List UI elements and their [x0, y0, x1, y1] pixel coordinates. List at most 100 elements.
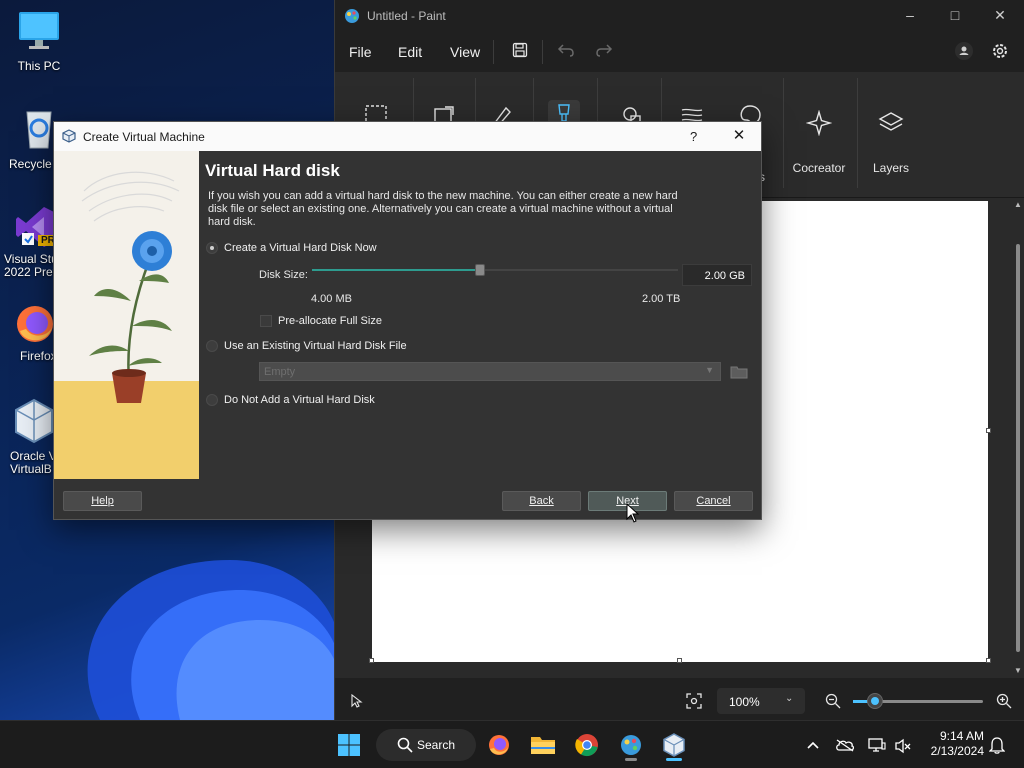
close-icon: ✕ — [732, 127, 746, 144]
paint-status-bar: 100% ⌄ — [335, 680, 1024, 720]
use-existing-label[interactable]: Use an Existing Virtual Hard Disk File — [224, 340, 407, 352]
paint-window-title: Untitled - Paint — [367, 9, 446, 23]
help-button[interactable]: Help — [63, 491, 142, 511]
desktop-icon-label: This PC — [17, 59, 61, 73]
plant-illustration-image — [54, 151, 199, 479]
network-icon[interactable] — [868, 737, 886, 753]
layers-label: Layers — [872, 161, 910, 175]
back-button[interactable]: Back — [502, 491, 581, 511]
onedrive-icon[interactable] — [835, 738, 855, 752]
wallpaper-bloom — [0, 520, 340, 720]
dialog-close-button[interactable]: ✕ — [726, 125, 752, 147]
resize-handle[interactable] — [369, 658, 374, 663]
redo-icon[interactable] — [595, 42, 613, 58]
taskbar-search[interactable]: Search — [376, 729, 476, 761]
radio-create-now[interactable] — [206, 242, 218, 254]
zoom-slider-thumb[interactable] — [867, 693, 883, 709]
taskbar-clock[interactable]: 9:14 AM 2/13/2024 — [924, 729, 984, 759]
do-not-add-label[interactable]: Do Not Add a Virtual Hard Disk — [224, 394, 375, 406]
dialog-title: Create Virtual Machine — [83, 130, 205, 144]
menu-divider — [542, 40, 543, 64]
preallocate-label[interactable]: Pre-allocate Full Size — [278, 315, 382, 327]
radio-use-existing[interactable] — [206, 340, 218, 352]
scroll-down-icon[interactable]: ▼ — [1014, 666, 1022, 675]
zoom-select[interactable]: 100% ⌄ — [717, 688, 805, 714]
scrollbar-thumb[interactable] — [1016, 244, 1020, 652]
notification-bell-icon[interactable] — [989, 736, 1005, 754]
create-now-label[interactable]: Create a Virtual Hard Disk Now — [224, 242, 377, 254]
zoom-value: 100% — [729, 695, 760, 709]
radio-do-not-add[interactable] — [206, 394, 218, 406]
menu-file[interactable]: File — [349, 44, 372, 60]
monitor-icon — [19, 12, 59, 49]
minimize-button[interactable]: – — [887, 0, 933, 32]
close-button[interactable]: ✕ — [977, 0, 1023, 32]
save-icon[interactable] — [512, 42, 528, 58]
chrome-icon — [575, 734, 598, 757]
search-icon — [397, 737, 413, 753]
chevron-up-icon[interactable] — [806, 740, 820, 750]
resize-handle[interactable] — [677, 658, 682, 663]
cocreator-button[interactable]: Cocreator — [787, 72, 851, 198]
ribbon-divider — [857, 78, 858, 188]
chevron-down-icon: ▼ — [705, 365, 714, 375]
taskbar-paint[interactable] — [614, 729, 648, 761]
minimize-icon: – — [906, 7, 914, 23]
taskbar-file-explorer[interactable] — [526, 729, 560, 761]
disk-size-min-label: 4.00 MB — [311, 293, 352, 305]
dialog-button-bar: Help Back Next Cancel — [54, 479, 761, 519]
maximize-button[interactable]: □ — [932, 0, 978, 32]
layers-button[interactable]: Layers — [861, 72, 921, 198]
page-title: Virtual Hard disk — [205, 161, 340, 180]
wizard-page: Virtual Hard disk If you wish you can ad… — [199, 151, 761, 479]
folder-icon — [531, 737, 555, 754]
chevron-down-icon: ⌄ — [785, 693, 794, 704]
settings-gear-icon[interactable] — [991, 42, 1009, 60]
scroll-up-icon[interactable]: ▲ — [1014, 200, 1022, 209]
running-indicator — [625, 758, 637, 761]
maximize-icon: □ — [950, 7, 960, 23]
windows-logo-icon — [338, 734, 360, 756]
paint-app-icon — [345, 9, 359, 23]
paint-title-bar: Untitled - Paint – □ ✕ — [335, 0, 1024, 32]
disk-size-slider-thumb[interactable] — [475, 264, 486, 276]
choose-disk-file-button[interactable] — [728, 362, 750, 381]
fit-to-window-icon[interactable] — [685, 692, 703, 710]
zoom-out-icon[interactable] — [825, 693, 841, 709]
desktop-icon-this-pc[interactable]: This PC — [4, 10, 74, 73]
clock-time: 9:14 AM — [939, 729, 984, 743]
taskbar-firefox[interactable] — [482, 729, 516, 761]
resize-handle[interactable] — [986, 658, 991, 663]
menu-edit[interactable]: Edit — [398, 44, 422, 60]
search-label: Search — [417, 738, 456, 752]
taskbar-chrome[interactable] — [570, 729, 604, 761]
disk-size-label: Disk Size: — [259, 269, 308, 281]
undo-icon[interactable] — [557, 42, 575, 58]
paint-app-icon — [621, 735, 641, 755]
account-icon[interactable] — [954, 41, 974, 61]
volume-muted-icon[interactable] — [894, 738, 912, 754]
vertical-scrollbar[interactable]: ▲ ▼ — [1014, 200, 1022, 678]
cocreator-label: Cocreator — [792, 161, 846, 175]
zoom-in-icon[interactable] — [996, 693, 1012, 709]
start-button[interactable] — [332, 729, 366, 761]
virtualbox-icon — [62, 129, 76, 143]
help-question-button[interactable]: ? — [690, 129, 697, 144]
existing-disk-combo[interactable]: Empty ▼ — [259, 362, 721, 381]
existing-disk-combo-value: Empty — [264, 366, 296, 378]
virtualbox-cube-icon — [663, 733, 685, 757]
disk-size-max-label: 2.00 TB — [642, 293, 681, 305]
taskbar: Search 9:14 AM 2/13/2024 — [0, 720, 1024, 768]
layers-icon — [878, 112, 904, 131]
taskbar-virtualbox[interactable] — [657, 729, 691, 761]
disk-size-slider[interactable] — [312, 264, 678, 276]
disk-size-input[interactable]: 2.00 GB — [682, 264, 752, 286]
resize-handle[interactable] — [986, 428, 991, 433]
cancel-button[interactable]: Cancel — [674, 491, 753, 511]
ribbon-divider — [783, 78, 784, 188]
clock-date: 2/13/2024 — [930, 744, 984, 758]
zoom-slider[interactable] — [853, 693, 983, 709]
create-vm-dialog: Create Virtual Machine ? ✕ Virtual Hard … — [53, 121, 762, 520]
menu-view[interactable]: View — [450, 44, 480, 60]
preallocate-checkbox[interactable] — [260, 315, 272, 327]
